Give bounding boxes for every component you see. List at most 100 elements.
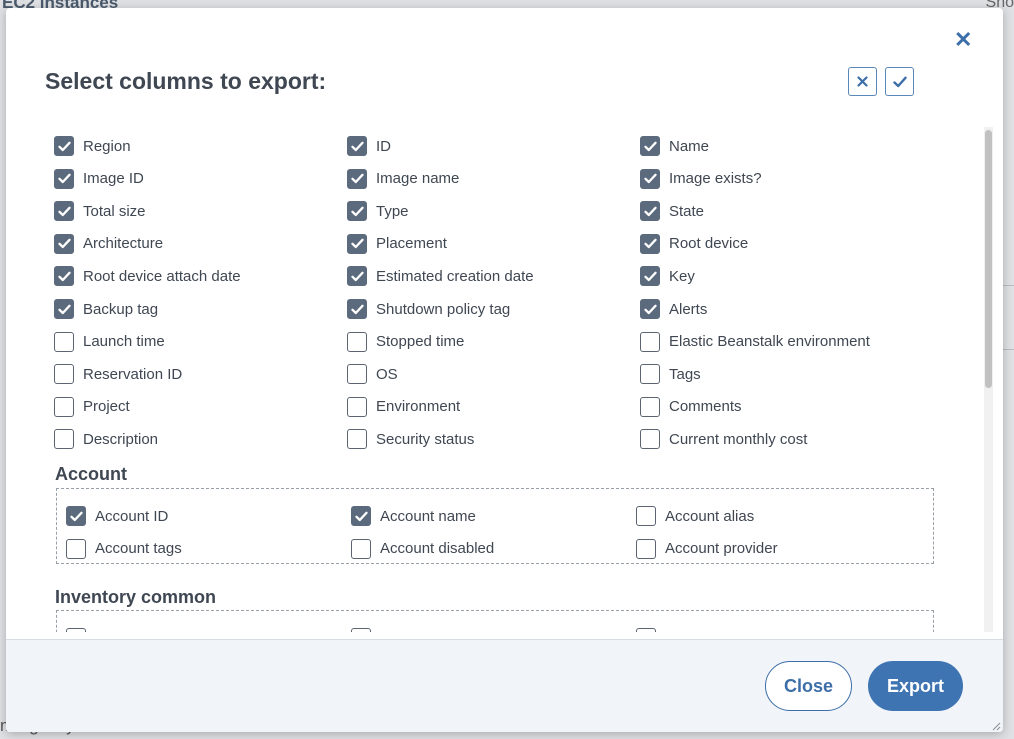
checkbox[interactable] bbox=[347, 201, 367, 222]
checkbox[interactable] bbox=[54, 299, 74, 319]
checkbox-label: Account ID bbox=[95, 507, 169, 525]
checkbox[interactable] bbox=[347, 364, 367, 385]
column-option-backup-tag[interactable]: Backup tag bbox=[54, 298, 158, 320]
checkbox[interactable] bbox=[347, 331, 367, 352]
column-option-region[interactable]: Region bbox=[54, 135, 131, 157]
checkbox-label: Architecture bbox=[83, 235, 164, 253]
checkbox[interactable] bbox=[347, 429, 367, 450]
checkbox[interactable] bbox=[54, 233, 74, 254]
column-option-state[interactable]: State bbox=[640, 200, 704, 222]
column-option-description[interactable]: Description bbox=[54, 428, 158, 450]
column-option-os[interactable]: OS bbox=[347, 363, 398, 385]
checkbox-label: Key bbox=[669, 267, 695, 285]
column-option-object-id[interactable]: Object ID bbox=[636, 627, 728, 632]
column-option-reservation-id[interactable]: Reservation ID bbox=[54, 363, 182, 385]
columns-scroll-area[interactable]: Account Inventory common Region Image ID T… bbox=[6, 124, 1003, 632]
checkbox[interactable] bbox=[347, 266, 367, 287]
checkbox-label: Account provider bbox=[665, 540, 778, 557]
export-columns-dialog: ✕ Select columns to export: Account Inve… bbox=[6, 8, 1003, 732]
checkbox[interactable] bbox=[351, 628, 371, 632]
column-option-key[interactable]: Key bbox=[640, 265, 695, 287]
checkbox-label: Image exists? bbox=[669, 170, 762, 188]
column-option-name[interactable]: Name bbox=[640, 135, 709, 157]
column-option-image-name[interactable]: Image name bbox=[347, 168, 459, 190]
column-option-image-exists[interactable]: Image exists? bbox=[640, 168, 762, 190]
checkbox[interactable] bbox=[347, 168, 367, 189]
column-option-elastic-beanstalk-environment[interactable]: Elastic Beanstalk environment bbox=[640, 331, 870, 353]
checkbox-label: Service bbox=[380, 630, 430, 633]
dialog-title: Select columns to export: bbox=[45, 68, 327, 94]
checkbox[interactable] bbox=[54, 168, 74, 189]
checkbox[interactable] bbox=[66, 628, 86, 632]
column-option-account-id[interactable]: Account ID bbox=[66, 505, 168, 527]
column-option-environment[interactable]: Environment bbox=[347, 396, 460, 418]
checkbox[interactable] bbox=[636, 506, 656, 526]
column-option-service[interactable]: Service bbox=[351, 627, 430, 632]
close-icon[interactable]: ✕ bbox=[954, 29, 972, 51]
column-option-account-tags[interactable]: Account tags bbox=[66, 538, 182, 560]
checkbox[interactable] bbox=[640, 364, 660, 385]
checkbox-label: Type bbox=[376, 202, 409, 220]
check-icon bbox=[892, 76, 907, 87]
column-option-account-disabled[interactable]: Account disabled bbox=[351, 538, 494, 560]
scrollbar-thumb[interactable] bbox=[985, 130, 992, 388]
column-option-root-device-attach-date[interactable]: Root device attach date bbox=[54, 265, 241, 287]
checkbox[interactable] bbox=[54, 364, 74, 385]
deselect-all-button[interactable] bbox=[848, 67, 877, 96]
dialog-footer: Close Export bbox=[6, 639, 1003, 732]
checkbox[interactable] bbox=[640, 201, 660, 222]
checkbox[interactable] bbox=[66, 538, 86, 559]
checkbox[interactable] bbox=[351, 506, 371, 526]
column-option-type[interactable]: Type bbox=[347, 200, 409, 222]
checkbox[interactable] bbox=[54, 396, 74, 417]
checkbox[interactable] bbox=[347, 136, 367, 156]
column-option-alerts[interactable]: Alerts bbox=[640, 298, 707, 320]
column-option-launch-time[interactable]: Launch time bbox=[54, 331, 165, 353]
checkbox[interactable] bbox=[351, 538, 371, 559]
checkbox[interactable] bbox=[640, 331, 660, 352]
column-option-account-provider[interactable]: Account provider bbox=[636, 538, 778, 560]
column-option-current-monthly-cost[interactable]: Current monthly cost bbox=[640, 428, 807, 450]
column-option-account-name[interactable]: Account name bbox=[351, 505, 476, 527]
column-option-stopped-time[interactable]: Stopped time bbox=[347, 331, 464, 353]
column-option-provider[interactable]: Provider bbox=[66, 627, 151, 632]
checkbox-label: Object ID bbox=[665, 630, 728, 633]
checkbox[interactable] bbox=[640, 136, 660, 156]
column-option-tags[interactable]: Tags bbox=[640, 363, 701, 385]
column-option-project[interactable]: Project bbox=[54, 396, 130, 418]
column-option-root-device[interactable]: Root device bbox=[640, 233, 748, 255]
checkbox[interactable] bbox=[636, 538, 656, 559]
checkbox[interactable] bbox=[640, 266, 660, 287]
checkbox-label: Reservation ID bbox=[83, 365, 183, 383]
checkbox[interactable] bbox=[636, 628, 656, 632]
resize-grip-icon[interactable] bbox=[991, 721, 1001, 731]
column-option-comments[interactable]: Comments bbox=[640, 396, 742, 418]
column-option-total-size[interactable]: Total size bbox=[54, 200, 146, 222]
export-button[interactable]: Export bbox=[868, 661, 963, 711]
checkbox[interactable] bbox=[54, 331, 74, 352]
checkbox[interactable] bbox=[347, 233, 367, 254]
column-option-architecture[interactable]: Architecture bbox=[54, 233, 163, 255]
checkbox[interactable] bbox=[54, 266, 74, 287]
select-all-button[interactable] bbox=[885, 67, 914, 96]
column-option-account-alias[interactable]: Account alias bbox=[636, 505, 754, 527]
column-option-id[interactable]: ID bbox=[347, 135, 391, 157]
checkbox[interactable] bbox=[640, 299, 660, 319]
column-option-placement[interactable]: Placement bbox=[347, 233, 447, 255]
column-option-security-status[interactable]: Security status bbox=[347, 428, 474, 450]
column-option-estimated-creation-date[interactable]: Estimated creation date bbox=[347, 265, 534, 287]
checkbox[interactable] bbox=[66, 506, 86, 526]
close-button[interactable]: Close bbox=[765, 661, 852, 711]
checkbox[interactable] bbox=[640, 429, 660, 450]
column-option-shutdown-policy-tag[interactable]: Shutdown policy tag bbox=[347, 298, 510, 320]
checkbox[interactable] bbox=[347, 396, 367, 417]
checkbox[interactable] bbox=[54, 201, 74, 222]
checkbox[interactable] bbox=[54, 429, 74, 450]
checkbox[interactable] bbox=[640, 233, 660, 254]
checkbox[interactable] bbox=[640, 396, 660, 417]
checkbox[interactable] bbox=[347, 299, 367, 319]
column-option-image-id[interactable]: Image ID bbox=[54, 168, 144, 190]
checkbox-label: Total size bbox=[83, 202, 146, 220]
checkbox[interactable] bbox=[54, 136, 74, 156]
checkbox[interactable] bbox=[640, 168, 660, 189]
